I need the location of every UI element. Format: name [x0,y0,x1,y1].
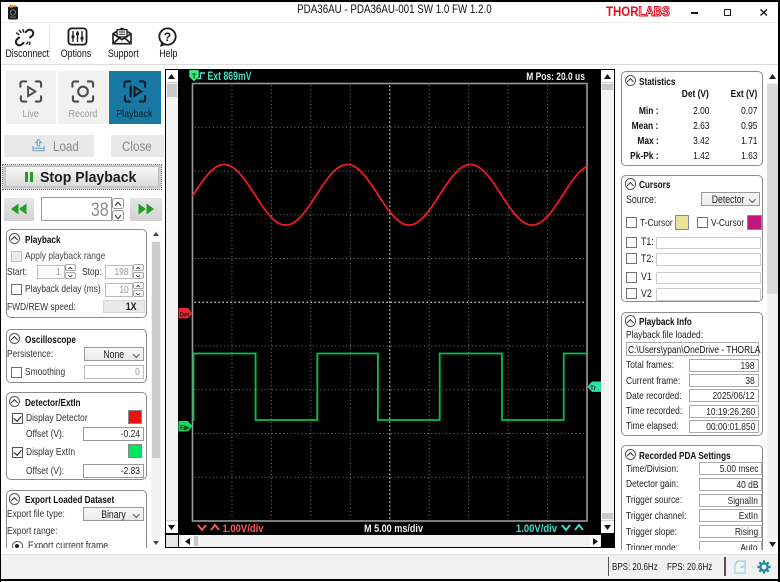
svg-text:1.00V/div: 1.00V/div [222,523,264,535]
svg-text:Det: Det [179,311,190,318]
svg-text:M Pos: 20.0 us: M Pos: 20.0 us [526,71,585,83]
svg-text:M 5.00 ms/div: M 5.00 ms/div [364,523,424,535]
svg-text:E▶: E▶ [180,424,190,431]
svg-text:Tr: Tr [590,384,597,391]
svg-text:?: ? [164,29,172,43]
svg-text:Ext 869mV: Ext 869mV [207,71,251,83]
svg-text:T: T [191,71,196,80]
svg-text:1.00V/div: 1.00V/div [516,523,558,535]
